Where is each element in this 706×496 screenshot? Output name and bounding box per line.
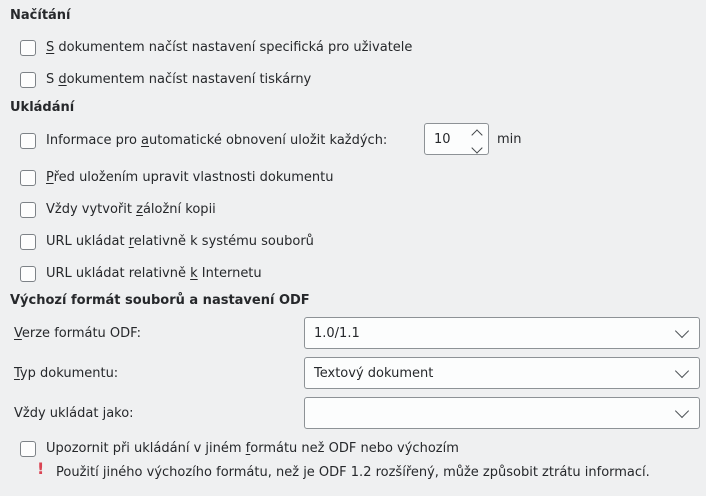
label-part: erze formátu ODF: xyxy=(22,326,141,341)
chevron-down-icon xyxy=(675,364,689,378)
checkbox-label-autorecovery[interactable]: Informace pro automatické obnovení uloži… xyxy=(46,132,387,149)
always-save-as-label: Vždy ukládat jako: xyxy=(14,405,134,422)
row-autorecovery: Informace pro automatické obnovení uloži… xyxy=(20,132,387,149)
warning-message: Použití jiného výchozího formátu, než je… xyxy=(56,464,650,481)
odf-version-select[interactable]: 1.0/1.1 xyxy=(304,317,700,349)
checkbox-edit-properties[interactable] xyxy=(20,170,36,186)
spin-up-icon[interactable] xyxy=(471,129,482,140)
autorecovery-minutes-spinbox[interactable] xyxy=(424,123,489,155)
section-title-loading: Načítání xyxy=(10,7,71,24)
autorecovery-minutes-input[interactable] xyxy=(425,124,474,154)
label-mnemonic: z xyxy=(136,202,143,217)
label-part: utomatické obnovení uložit každých: xyxy=(149,133,387,148)
checkbox-label-load-printer-settings[interactable]: S dokumentem načíst nastavení tiskárny xyxy=(46,71,311,88)
label-part: Upozornit při ukládání v jiném xyxy=(46,441,246,456)
always-save-as-select[interactable] xyxy=(304,397,700,429)
row-edit-properties: Před uložením upravit vlastnosti dokumen… xyxy=(20,169,333,186)
label-part: dokumentem načíst nastavení specifická p… xyxy=(54,40,412,55)
checkbox-label-load-user-settings[interactable]: S dokumentem načíst nastavení specifická… xyxy=(46,39,412,56)
warning-exclamation-icon: ! xyxy=(37,460,44,477)
label-part: ormátu než ODF nebo výchozím xyxy=(250,441,459,456)
label-mnemonic: P xyxy=(46,170,54,185)
row-load-printer-settings: S dokumentem načíst nastavení tiskárny xyxy=(20,71,311,88)
label-part: S xyxy=(46,72,58,87)
odf-version-value: 1.0/1.1 xyxy=(314,325,360,342)
section-title-saving: Ukládání xyxy=(10,99,74,116)
checkbox-label-relative-internet[interactable]: URL ukládat relativně k Internetu xyxy=(46,265,262,282)
label-part: áložní kopii xyxy=(143,202,216,217)
row-load-user-settings: S dokumentem načíst nastavení specifická… xyxy=(20,39,412,56)
checkbox-load-user-settings[interactable] xyxy=(20,40,36,56)
label-part: URL ukládat relativně xyxy=(46,266,190,281)
label-part: Vždy vytvořit xyxy=(46,202,136,217)
checkbox-load-printer-settings[interactable] xyxy=(20,72,36,88)
checkbox-autorecovery[interactable] xyxy=(20,133,36,149)
label-part: Vždy ukládat jako: xyxy=(14,405,134,422)
label-part: řed uložením upravit vlastnosti dokument… xyxy=(54,170,334,185)
label-mnemonic: d xyxy=(58,72,66,87)
load-save-options-panel: Načítání S dokumentem načíst nastavení s… xyxy=(0,0,706,496)
checkbox-backup-copy[interactable] xyxy=(20,202,36,218)
label-part: elativně k systému souborů xyxy=(134,234,314,249)
checkbox-label-backup-copy[interactable]: Vždy vytvořit záložní kopii xyxy=(46,201,216,218)
row-relative-internet: URL ukládat relativně k Internetu xyxy=(20,265,262,282)
checkbox-label-edit-properties[interactable]: Před uložením upravit vlastnosti dokumen… xyxy=(46,169,333,186)
row-backup-copy: Vždy vytvořit záložní kopii xyxy=(20,201,216,218)
label-part: yp dokumentu: xyxy=(20,366,118,381)
label-mnemonic: k xyxy=(190,266,198,281)
checkbox-relative-filesystem[interactable] xyxy=(20,234,36,250)
label-mnemonic: V xyxy=(14,326,22,341)
label-mnemonic: a xyxy=(141,133,149,148)
row-relative-filesystem: URL ukládat relativně k systému souborů xyxy=(20,233,314,250)
odf-version-label: Verze formátu ODF: xyxy=(14,325,141,342)
row-warn-alien-format: Upozornit při ukládání v jiném formátu n… xyxy=(20,440,459,457)
document-type-value: Textový dokument xyxy=(314,365,433,382)
label-part: URL ukládat xyxy=(46,234,129,249)
chevron-down-icon xyxy=(675,324,689,338)
document-type-select[interactable]: Textový dokument xyxy=(304,357,700,389)
label-part: okumentem načíst nastavení tiskárny xyxy=(67,72,312,87)
label-part: Internetu xyxy=(198,266,262,281)
document-type-label: Typ dokumentu: xyxy=(14,365,118,382)
checkbox-label-warn-alien-format[interactable]: Upozornit při ukládání v jiném formátu n… xyxy=(46,440,459,457)
checkbox-relative-internet[interactable] xyxy=(20,266,36,282)
section-title-default-format: Výchozí formát souborů a nastavení ODF xyxy=(10,292,310,309)
spin-down-icon[interactable] xyxy=(471,142,482,153)
chevron-down-icon xyxy=(675,404,689,418)
label-part: Informace pro xyxy=(46,133,141,148)
checkbox-warn-alien-format[interactable] xyxy=(20,441,36,457)
checkbox-label-relative-filesystem[interactable]: URL ukládat relativně k systému souborů xyxy=(46,233,314,250)
autorecovery-unit-label: min xyxy=(497,131,522,148)
